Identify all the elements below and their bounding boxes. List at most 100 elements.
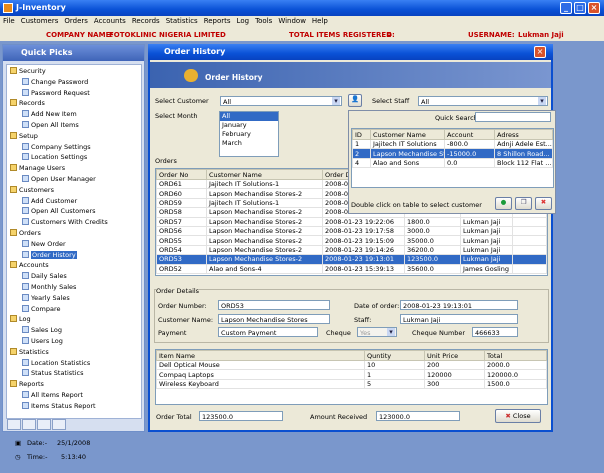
month-option[interactable]: January bbox=[220, 121, 278, 130]
tree-item[interactable]: Company Settings bbox=[22, 142, 91, 152]
column-header[interactable]: Quntity bbox=[364, 350, 425, 361]
order-total-field[interactable]: 123500.0 bbox=[199, 411, 283, 421]
tree-item[interactable]: Security bbox=[10, 67, 46, 76]
column-header[interactable]: Total bbox=[484, 350, 547, 361]
dialog-close-icon[interactable]: × bbox=[534, 46, 546, 58]
order-number-field[interactable]: ORD53 bbox=[218, 300, 330, 310]
quick-picks-tree[interactable]: Security Change Password Password Request R… bbox=[6, 64, 142, 419]
tree-item[interactable]: Customers bbox=[10, 185, 54, 195]
minimize-button[interactable]: _ bbox=[560, 2, 572, 14]
tree-item[interactable]: Monthly Sales bbox=[22, 283, 76, 292]
close-button[interactable]: ✖ Close bbox=[495, 409, 541, 423]
tree-item[interactable]: Manage Users bbox=[10, 164, 65, 173]
menu-tools[interactable]: Tools bbox=[252, 16, 275, 25]
menu-log[interactable]: Log bbox=[234, 16, 253, 25]
amount-received-field[interactable]: 123000.0 bbox=[376, 411, 460, 421]
tree-item[interactable]: Accounts bbox=[10, 261, 49, 270]
menu-records[interactable]: Records bbox=[129, 16, 163, 25]
column-header[interactable]: Unit Price bbox=[424, 350, 485, 361]
table-row[interactable]: ORD55 Lapson Mechandise Stores-2 2008-01-2… bbox=[156, 235, 547, 246]
month-option[interactable]: February bbox=[220, 130, 278, 139]
month-option[interactable]: All bbox=[220, 112, 278, 121]
menu-window[interactable]: Window bbox=[275, 16, 309, 25]
order-items-table[interactable]: Item Name Quntity Unit Price Total Dell Opt… bbox=[155, 349, 548, 405]
select-customer-dropdown[interactable]: All bbox=[220, 96, 342, 106]
tree-item[interactable]: Add New Item bbox=[22, 110, 77, 119]
quick-search-input[interactable] bbox=[475, 112, 551, 122]
tree-item[interactable]: Status Statistics bbox=[22, 369, 84, 378]
table-row[interactable]: ORD52 Alao and Sons-4 2008-01-23 15:39:13 3… bbox=[156, 263, 547, 274]
tree-item[interactable]: Compare bbox=[22, 304, 61, 314]
maximize-button[interactable]: □ bbox=[574, 2, 586, 14]
staff-field[interactable]: Lukman Jaji bbox=[400, 314, 518, 324]
table-row[interactable]: 1 Jajitech IT Solutions -800.0 Adnji Adele … bbox=[352, 138, 553, 150]
close-window-button[interactable]: × bbox=[588, 2, 600, 14]
column-header[interactable]: Customer Name bbox=[370, 129, 445, 140]
menu-file[interactable]: File bbox=[0, 16, 18, 25]
customer-lookup-button[interactable]: 👤 bbox=[348, 94, 362, 107]
cheque-number-field[interactable]: 466633 bbox=[472, 327, 518, 337]
column-header[interactable]: Item Name bbox=[156, 350, 365, 361]
tree-item[interactable]: Orders bbox=[10, 229, 41, 238]
tree-item[interactable]: Location Statistics bbox=[22, 358, 90, 368]
payment-field[interactable]: Custom Payment bbox=[218, 327, 318, 337]
tree-item[interactable]: Customers With Credits bbox=[22, 218, 108, 227]
sidebar-tabs bbox=[7, 419, 141, 431]
tree-item[interactable]: Setup bbox=[10, 131, 38, 141]
tree-item[interactable]: Records bbox=[10, 99, 45, 108]
table-row[interactable]: 2Lapson Mechandise Stores-15000.08 Shill… bbox=[352, 148, 553, 159]
customer-lookup-table[interactable]: ID Customer Name Account Adress 1 Jajitech I… bbox=[351, 128, 554, 188]
tree-item[interactable]: All Items Report bbox=[22, 391, 83, 400]
month-option[interactable]: March bbox=[220, 139, 278, 148]
table-row[interactable]: Wireless Keyboard 5 300 1500.0 bbox=[156, 378, 547, 390]
column-header[interactable]: Customer Name bbox=[206, 169, 323, 180]
select-customer-ok-button[interactable]: ● bbox=[495, 197, 512, 210]
tree-item[interactable]: Change Password bbox=[22, 77, 88, 87]
menu-accounts[interactable]: Accounts bbox=[91, 16, 129, 25]
tree-item[interactable]: Items Status Report bbox=[22, 401, 96, 411]
tree-item[interactable]: Reports bbox=[10, 380, 44, 389]
month-listbox[interactable]: All January February March bbox=[219, 111, 279, 157]
tree-item[interactable]: Log bbox=[10, 315, 31, 324]
tree-item[interactable]: Add Customer bbox=[22, 196, 77, 206]
table-row[interactable]: ORD56 Lapson Mechandise Stores-2 2008-01-2… bbox=[156, 225, 547, 237]
table-row[interactable]: Dell Optical Mouse 10 200 2000.0 bbox=[156, 359, 547, 371]
tree-item[interactable]: Open All Items bbox=[22, 121, 79, 130]
sidebar-tab-2[interactable] bbox=[22, 419, 36, 430]
menu-help[interactable]: Help bbox=[309, 16, 331, 25]
menu-statistics[interactable]: Statistics bbox=[163, 16, 201, 25]
column-header[interactable]: Account bbox=[444, 129, 495, 140]
cheque-dropdown[interactable]: Yes bbox=[357, 327, 397, 337]
tree-item[interactable]: Open All Customers bbox=[22, 207, 96, 216]
tree-item[interactable]: Yearly Sales bbox=[22, 293, 70, 303]
tree-item[interactable]: New Order bbox=[22, 239, 66, 249]
table-row[interactable]: ORD57 Lapson Mechandise Stores-2 2008-01-2… bbox=[156, 216, 547, 227]
menu-customers[interactable]: Customers bbox=[18, 16, 62, 25]
column-header[interactable]: Adress bbox=[494, 129, 553, 140]
table-row[interactable]: ORD53 Lapson Mechandise Stores-2 2008-01-2… bbox=[156, 254, 547, 265]
tree-item[interactable]: Open User Manager bbox=[22, 175, 96, 184]
tree-item[interactable]: Users Log bbox=[22, 337, 63, 346]
menu-orders[interactable]: Orders bbox=[61, 16, 91, 25]
sidebar-tab-1[interactable] bbox=[7, 419, 21, 430]
table-row[interactable]: 4 Alao and Sons 0.0 Block 112 Flat ... bbox=[352, 157, 553, 169]
table-cell: ORD54 bbox=[156, 244, 207, 256]
column-header[interactable]: Order No bbox=[156, 169, 207, 180]
sidebar-tab-4[interactable] bbox=[52, 419, 66, 430]
tree-item[interactable]: Password Request bbox=[22, 88, 90, 98]
menu-reports[interactable]: Reports bbox=[201, 16, 234, 25]
copy-button[interactable]: ❐ bbox=[515, 197, 532, 210]
customer-name-field[interactable]: Lapson Mechandise Stores bbox=[218, 314, 330, 324]
tree-item[interactable]: Sales Log bbox=[22, 326, 62, 335]
tree-item[interactable]: Statistics bbox=[10, 347, 49, 357]
cancel-lookup-button[interactable]: ✖ bbox=[535, 197, 552, 210]
date-of-order-field[interactable]: 2008-01-23 19:13:01 bbox=[400, 300, 518, 310]
table-row[interactable]: ORD54 Lapson Mechandise Stores-2 2008-01-2… bbox=[156, 244, 547, 256]
tree-item[interactable]: Order History bbox=[22, 250, 77, 260]
column-header[interactable]: ID bbox=[352, 129, 371, 140]
table-row[interactable]: Compaq Laptops 1 120000 120000.0 bbox=[156, 369, 547, 380]
tree-item[interactable]: Location Settings bbox=[22, 153, 87, 162]
select-staff-dropdown[interactable]: All bbox=[418, 96, 548, 106]
tree-item[interactable]: Daily Sales bbox=[22, 272, 67, 281]
sidebar-tab-3[interactable] bbox=[37, 419, 51, 430]
